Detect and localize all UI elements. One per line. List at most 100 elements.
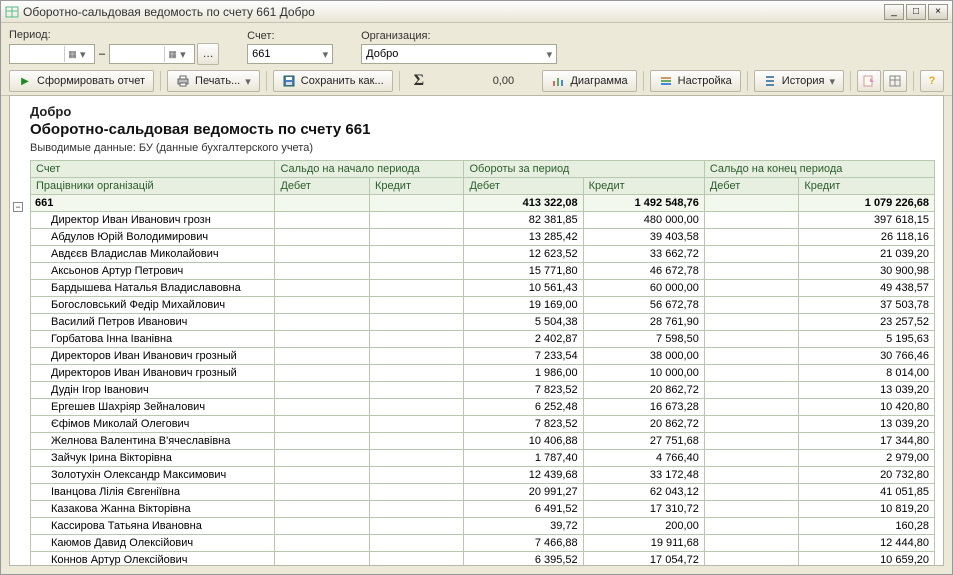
cell-turn-d: 5 504,38 bbox=[464, 314, 583, 331]
account-value: 661 bbox=[252, 48, 322, 60]
table-row: Коннов Артур Олексійович6 395,5217 054,7… bbox=[31, 552, 935, 566]
org-input[interactable]: Добро ▾ bbox=[361, 44, 557, 64]
cell-turn-c: 4 766,40 bbox=[583, 450, 704, 467]
cell-turn-c: 33 172,48 bbox=[583, 467, 704, 484]
org-value: Добро bbox=[366, 48, 546, 60]
sum-value: 0,00 bbox=[430, 75, 520, 87]
cell-turn-c: 33 662,72 bbox=[583, 246, 704, 263]
cell-turn-d: 2 402,87 bbox=[464, 331, 583, 348]
cell-open-d bbox=[275, 552, 370, 566]
dropdown-icon[interactable]: ▾ bbox=[829, 75, 835, 88]
cell-turn-d: 19 169,00 bbox=[464, 297, 583, 314]
table-row: Бардышева Наталья Владиславовна10 561,43… bbox=[31, 280, 935, 297]
period-to-input[interactable]: ▦ ▾ bbox=[109, 44, 195, 64]
cell-close-d bbox=[704, 297, 799, 314]
cell-turn-c: 16 673,28 bbox=[583, 399, 704, 416]
cell-name: Зайчук Ірина Вікторівна bbox=[31, 450, 275, 467]
dropdown-icon[interactable]: ▾ bbox=[323, 48, 329, 61]
table-icon bbox=[888, 74, 902, 88]
calendar-icon[interactable]: ▦ bbox=[64, 46, 80, 62]
table-row: Дудін Ігор Іванович7 823,5220 862,7213 0… bbox=[31, 382, 935, 399]
cell-turn-c: 60 000,00 bbox=[583, 280, 704, 297]
cell-close-c: 41 051,85 bbox=[799, 484, 935, 501]
table-row: Казакова Жанна Вікторівна6 491,5217 310,… bbox=[31, 501, 935, 518]
cell-close-d bbox=[704, 348, 799, 365]
diagram-label: Диаграмма bbox=[570, 75, 627, 87]
window-title: Оборотно-сальдовая ведомость по счету 66… bbox=[23, 5, 884, 19]
calendar-icon[interactable]: ▦ bbox=[164, 46, 180, 62]
th-open-d: Дебет bbox=[275, 178, 370, 195]
cell-open-c bbox=[369, 246, 464, 263]
cell-turn-c: 62 043,12 bbox=[583, 484, 704, 501]
cell-open-c bbox=[369, 501, 464, 518]
settings-button[interactable]: Настройка bbox=[650, 70, 741, 92]
params-bar: Период: ▦ ▾ – ▦ ▾ … Счет: 661 ▾ Организа… bbox=[1, 23, 952, 67]
cell-close-c: 37 503,78 bbox=[799, 297, 935, 314]
print-button[interactable]: Печать... ▾ bbox=[167, 70, 260, 92]
account-input[interactable]: 661 ▾ bbox=[247, 44, 333, 64]
cell-turn-c: 200,00 bbox=[583, 518, 704, 535]
help-button[interactable]: ? bbox=[920, 70, 944, 92]
th-open: Сальдо на начало периода bbox=[275, 161, 464, 178]
tool-button-1[interactable] bbox=[857, 70, 881, 92]
save-icon bbox=[282, 74, 296, 88]
cell-open-d bbox=[275, 365, 370, 382]
cell-close-d bbox=[704, 484, 799, 501]
form-report-button[interactable]: ▶ Сформировать отчет bbox=[9, 70, 154, 92]
report-area: Добро Оборотно-сальдовая ведомость по сч… bbox=[9, 95, 944, 566]
cell-close-c: 17 344,80 bbox=[799, 433, 935, 450]
table-row: Директор Иван Иванович грозн82 381,85480… bbox=[31, 212, 935, 229]
tree-collapse-button[interactable]: − bbox=[13, 202, 23, 212]
dropdown-icon[interactable]: ▾ bbox=[245, 75, 251, 88]
cell-name: Абдулов Юрій Володимирович bbox=[31, 229, 275, 246]
minimize-button[interactable]: _ bbox=[884, 4, 904, 20]
cell-turn-d: 15 771,80 bbox=[464, 263, 583, 280]
cell-close-d bbox=[704, 365, 799, 382]
settings-icon bbox=[659, 74, 673, 88]
save-as-label: Сохранить как... bbox=[301, 75, 384, 87]
maximize-button[interactable]: □ bbox=[906, 4, 926, 20]
report-title: Оборотно-сальдовая ведомость по счету 66… bbox=[30, 121, 935, 138]
cell-open-d bbox=[275, 229, 370, 246]
cell-turn-c: 38 000,00 bbox=[583, 348, 704, 365]
cell-close-d bbox=[704, 314, 799, 331]
cell-turn-c: 39 403,58 bbox=[583, 229, 704, 246]
cell-close-c: 13 039,20 bbox=[799, 382, 935, 399]
cell-open-c bbox=[369, 399, 464, 416]
table-row: Богословський Федір Михайлович19 169,005… bbox=[31, 297, 935, 314]
diagram-button[interactable]: Диаграмма bbox=[542, 70, 636, 92]
cell-close-c: 10 659,20 bbox=[799, 552, 935, 566]
history-button[interactable]: История ▾ bbox=[754, 70, 844, 92]
cell-open-d bbox=[275, 416, 370, 433]
cell-open-c bbox=[369, 450, 464, 467]
table-row: Абдулов Юрій Володимирович13 285,4239 40… bbox=[31, 229, 935, 246]
save-as-button[interactable]: Сохранить как... bbox=[273, 70, 393, 92]
period-picker-button[interactable]: … bbox=[197, 43, 219, 65]
cell-open-d bbox=[275, 535, 370, 552]
cell-name: Желнова Валентина В'ячеславівна bbox=[31, 433, 275, 450]
dropdown-icon[interactable]: ▾ bbox=[80, 48, 92, 61]
cell-open-d bbox=[275, 484, 370, 501]
cell-close-d bbox=[704, 416, 799, 433]
cell-turn-d: 7 823,52 bbox=[464, 382, 583, 399]
cell-open-d bbox=[275, 314, 370, 331]
dropdown-icon[interactable]: ▾ bbox=[547, 48, 553, 61]
cell-name: Кассирова Татьяна Ивановна bbox=[31, 518, 275, 535]
table-row: Горбатова Інна Іванівна2 402,877 598,505… bbox=[31, 331, 935, 348]
report-scroll[interactable]: Добро Оборотно-сальдовая ведомость по сч… bbox=[10, 96, 943, 565]
cell-close-c: 8 014,00 bbox=[799, 365, 935, 382]
close-button[interactable]: × bbox=[928, 4, 948, 20]
th-turn-c: Кредит bbox=[583, 178, 704, 195]
cell-turn-d: 7 823,52 bbox=[464, 416, 583, 433]
cell-turn-c: 17 054,72 bbox=[583, 552, 704, 566]
cell-close-c: 5 195,63 bbox=[799, 331, 935, 348]
cell-turn-c: 28 761,90 bbox=[583, 314, 704, 331]
cell-close-d bbox=[704, 212, 799, 229]
tool-button-2[interactable] bbox=[883, 70, 907, 92]
period-from-input[interactable]: ▦ ▾ bbox=[9, 44, 95, 64]
cell-close-d bbox=[704, 331, 799, 348]
th-close: Сальдо на конец периода bbox=[704, 161, 934, 178]
cell-name: Василий Петров Иванович bbox=[31, 314, 275, 331]
dropdown-icon[interactable]: ▾ bbox=[180, 48, 192, 61]
cell-turn-d: 1 986,00 bbox=[464, 365, 583, 382]
